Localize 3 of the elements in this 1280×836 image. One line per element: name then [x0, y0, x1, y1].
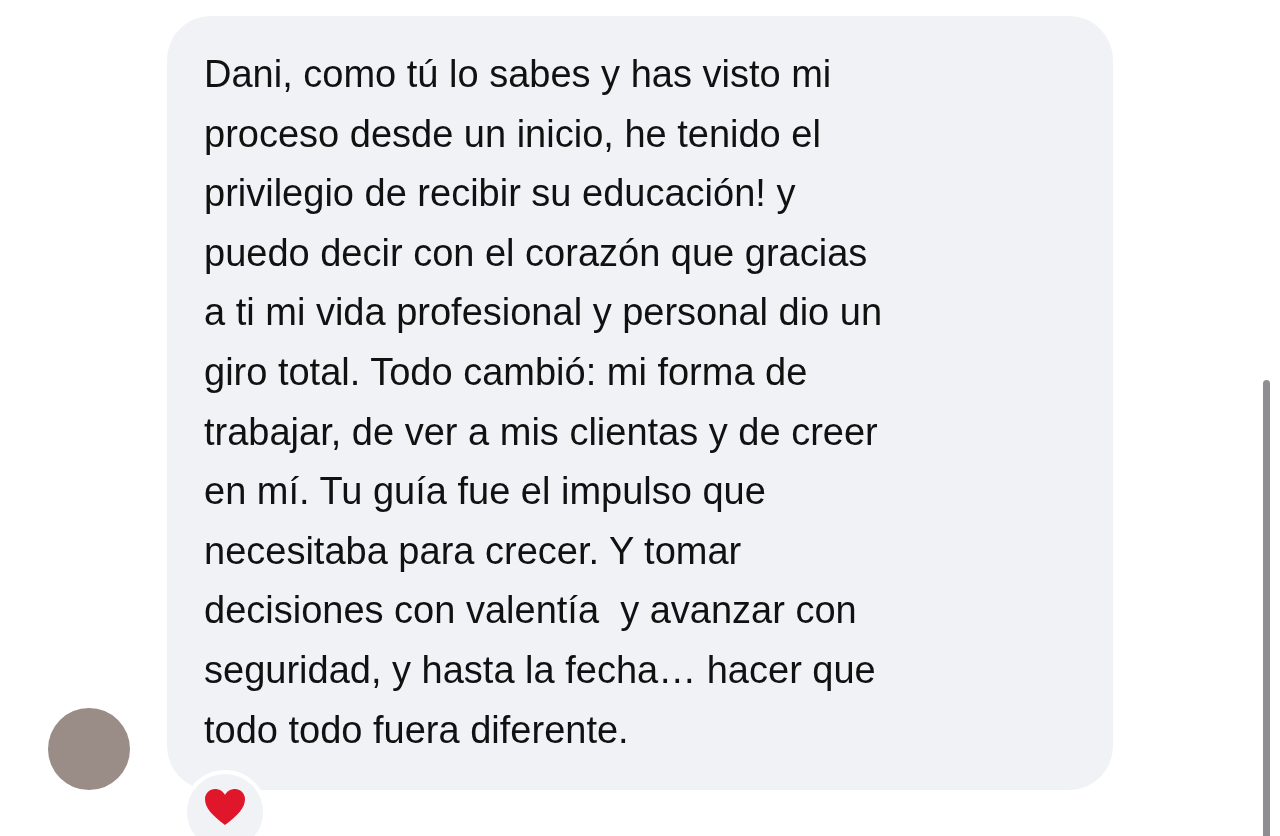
- scrollbar[interactable]: [1263, 380, 1270, 836]
- message-text: Dani, como tú lo sabes y has visto mi proceso desde un inicio, he tenido el privilegio de recibir su educación! y puedo decir con el corazón que gracias a ti mi vida profesional y personal dio un giro total. Todo cambió: mi forma de trabajar, de ver a mis clientas y de creer en mí. Tu guía fue el impulso que necesitaba para crecer. Y tomar decisiones con valentía y avanzar con seguridad, y hasta la fecha… hacer que todo todo fuera diferente.: [204, 52, 884, 753]
- heart-icon: [204, 788, 246, 826]
